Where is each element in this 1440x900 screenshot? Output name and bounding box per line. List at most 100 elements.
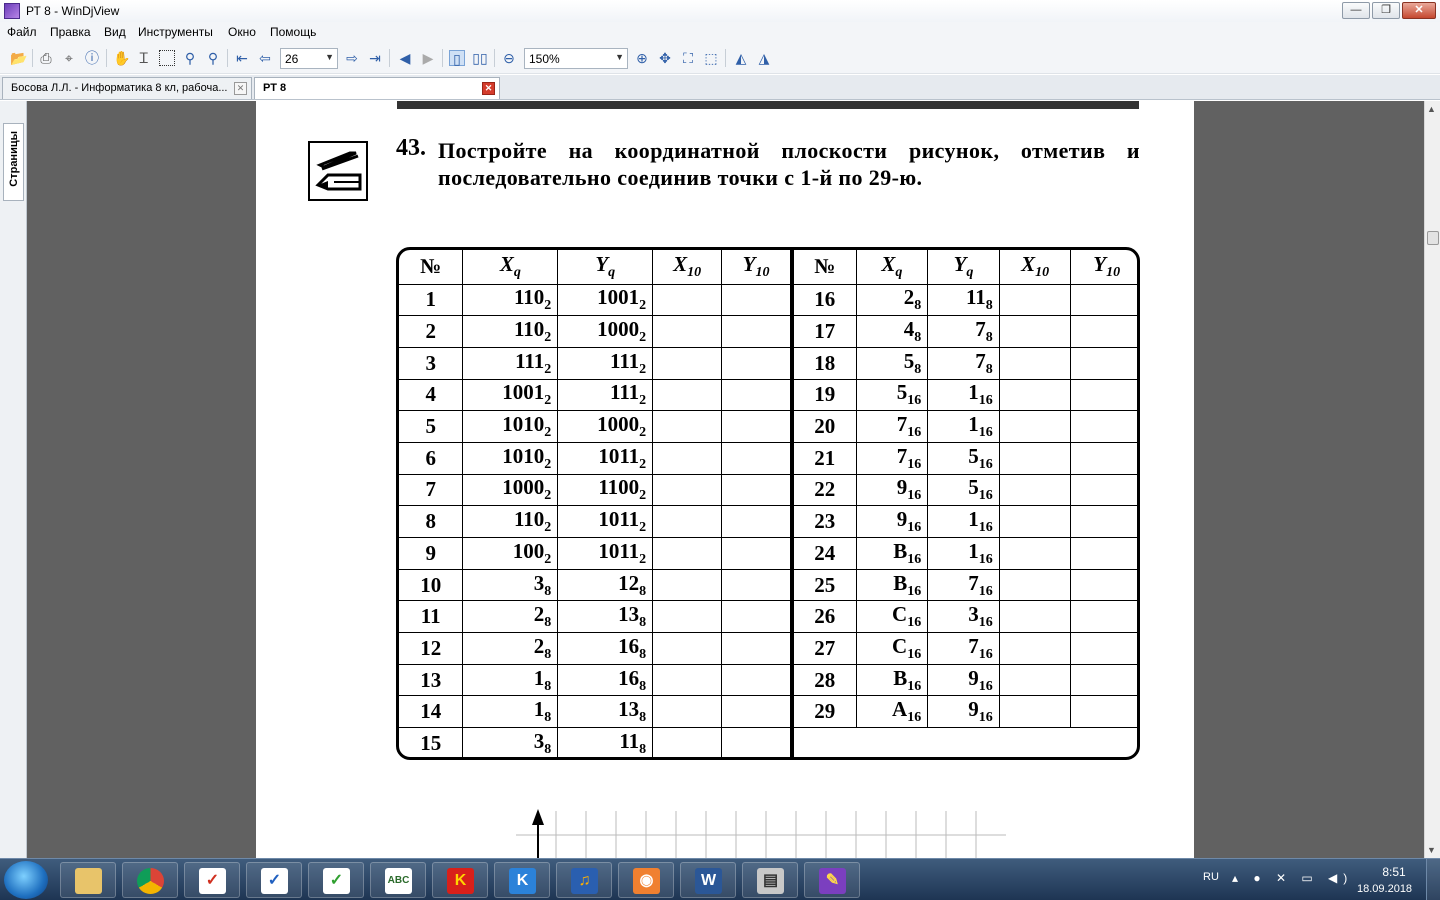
y10-cell <box>721 632 791 665</box>
page-number-field[interactable]: 26 ▼ <box>280 48 338 69</box>
y10-cell <box>721 505 791 538</box>
point-number: 8 <box>399 505 464 538</box>
taskbar-app-k-lite[interactable]: K <box>494 862 550 898</box>
taskbar-app-word[interactable]: W <box>680 862 736 898</box>
clock-time[interactable]: 8:51 <box>1374 865 1414 879</box>
menu-tools[interactable]: Инструменты <box>138 25 213 39</box>
point-x: 48 <box>855 315 929 348</box>
point-x: 1102 <box>462 315 559 348</box>
taskbar-app-tasks-blue[interactable]: ✓ <box>246 862 302 898</box>
point-number: 1 <box>399 283 464 317</box>
x10-cell <box>998 410 1072 443</box>
table-row: 23 916 116 <box>792 505 1137 538</box>
maximize-button[interactable]: ❐ <box>1372 2 1400 19</box>
back-icon[interactable]: ◀ <box>397 50 413 66</box>
rotate-right-icon[interactable]: ◮ <box>756 50 772 66</box>
tray-icons[interactable]: ▴ ● ✕ ▭ ◀) <box>1232 871 1353 885</box>
show-desktop-button[interactable] <box>1426 859 1440 900</box>
scroll-up-icon[interactable]: ▲ <box>1427 104 1436 114</box>
table-row: 5 10102 10002 <box>399 410 791 443</box>
open-folder-icon[interactable]: 📂 <box>10 50 27 66</box>
windjview-icon: ✎ <box>819 868 846 894</box>
next-page-icon[interactable]: ⇨ <box>344 50 360 66</box>
point-y: 138 <box>557 695 654 729</box>
header-y10: Y10 <box>1070 250 1137 285</box>
taskbar-app-windjview[interactable]: ✎ <box>804 862 860 898</box>
language-indicator[interactable]: RU <box>1203 871 1219 883</box>
table-row: 15 38 118 <box>399 727 791 757</box>
scroll-down-icon[interactable]: ▼ <box>1427 845 1436 855</box>
point-y: 916 <box>927 663 1000 697</box>
point-x: 18 <box>462 663 559 697</box>
vertical-scrollbar[interactable]: ▲ ▼ <box>1424 101 1440 858</box>
chrome-icon <box>137 868 164 894</box>
title-bar: РТ 8 - WinDjView — ❐ ✕ <box>0 0 1440 22</box>
zoom-in-icon[interactable]: ⊕ <box>634 50 650 66</box>
last-page-icon[interactable]: ⇥ <box>367 50 383 66</box>
chevron-down-icon[interactable]: ▼ <box>615 52 624 62</box>
taskbar-app-chrome[interactable] <box>122 862 178 898</box>
close-tab-icon[interactable]: ✕ <box>482 82 495 95</box>
taskbar-app-tasks-green[interactable]: ✓ <box>308 862 364 898</box>
single-page-icon[interactable]: ▯ <box>449 50 465 67</box>
minimize-button[interactable]: — <box>1342 2 1370 19</box>
x10-cell <box>652 600 723 634</box>
zoom-out-icon[interactable]: ⊖ <box>501 50 517 66</box>
chevron-down-icon[interactable]: ▼ <box>325 52 334 62</box>
fit-width-icon[interactable]: ⛶ <box>680 50 696 66</box>
info-icon[interactable]: ⓘ <box>84 50 100 66</box>
rect-select-icon[interactable] <box>159 50 175 66</box>
point-y: 11002 <box>557 473 654 507</box>
find-binoculars-icon[interactable]: ⌖ <box>61 50 77 66</box>
tab-rt8[interactable]: РТ 8 ✕ <box>254 77 500 99</box>
actual-size-icon[interactable]: ⬚ <box>703 50 719 66</box>
table-row: 3 1112 1112 <box>399 346 791 380</box>
point-number: 5 <box>399 410 464 443</box>
menu-help[interactable]: Помощь <box>270 25 316 39</box>
table-row: 21 716 516 <box>792 441 1137 475</box>
two-page-icon[interactable]: ▯▯ <box>472 50 488 66</box>
scrollbar-thumb[interactable] <box>1427 231 1439 245</box>
point-y: 10112 <box>557 537 654 570</box>
table-row: 29 A16 916 <box>792 695 1137 729</box>
y10-cell <box>1070 505 1137 538</box>
zoom-out-tool-icon[interactable]: ⚲ <box>205 50 221 66</box>
prev-page-icon[interactable]: ⇦ <box>257 50 273 66</box>
clock-date[interactable]: 18.09.2018 <box>1357 883 1412 895</box>
menu-file[interactable]: Файл <box>7 25 37 39</box>
taskbar-app-capture[interactable]: ◉ <box>618 862 674 898</box>
text-select-icon[interactable]: Ꮖ <box>136 50 152 66</box>
pages-panel-label[interactable]: Страницы <box>8 131 20 187</box>
task-number: 43. <box>396 135 426 161</box>
document-viewer[interactable]: 43. Постройте на координатной плоскости … <box>27 101 1424 858</box>
taskbar-app-explorer[interactable] <box>60 862 116 898</box>
menu-window[interactable]: Окно <box>228 25 256 39</box>
hand-tool-icon[interactable]: ✋ <box>113 50 130 66</box>
start-button[interactable] <box>4 861 48 899</box>
forward-icon[interactable]: ▶ <box>420 50 436 66</box>
taskbar-app-audio[interactable]: ♫ <box>556 862 612 898</box>
menu-view[interactable]: Вид <box>104 25 126 39</box>
taskbar-app-k-app[interactable]: K <box>432 862 488 898</box>
point-x: 28 <box>462 632 559 665</box>
point-y: 716 <box>927 568 1000 602</box>
point-y: 10112 <box>557 505 654 538</box>
point-number: 11 <box>399 600 464 634</box>
tab-bosova[interactable]: Босова Л.Л. - Информатика 8 кл, рабоча..… <box>2 77 252 99</box>
point-y: 1112 <box>557 346 654 380</box>
taskbar-app-scanner[interactable]: ▤ <box>742 862 798 898</box>
rotate-left-icon[interactable]: ◭ <box>733 50 749 66</box>
point-number: 2 <box>399 315 464 348</box>
zoom-in-tool-icon[interactable]: ⚲ <box>182 50 198 66</box>
close-tab-icon[interactable]: ✕ <box>234 82 247 95</box>
taskbar-app-abc[interactable]: ABC <box>370 862 426 898</box>
zoom-field[interactable]: 150% ▼ <box>524 48 628 69</box>
windjview-app-icon[interactable] <box>4 3 20 19</box>
close-window-button[interactable]: ✕ <box>1402 2 1436 19</box>
menu-edit[interactable]: Правка <box>50 25 91 39</box>
fit-page-icon[interactable]: ✥ <box>657 50 673 66</box>
point-number: 3 <box>399 346 464 380</box>
print-icon[interactable]: ⎙ <box>38 50 54 66</box>
first-page-icon[interactable]: ⇤ <box>234 50 250 66</box>
taskbar-app-tasks-red[interactable]: ✓ <box>184 862 240 898</box>
